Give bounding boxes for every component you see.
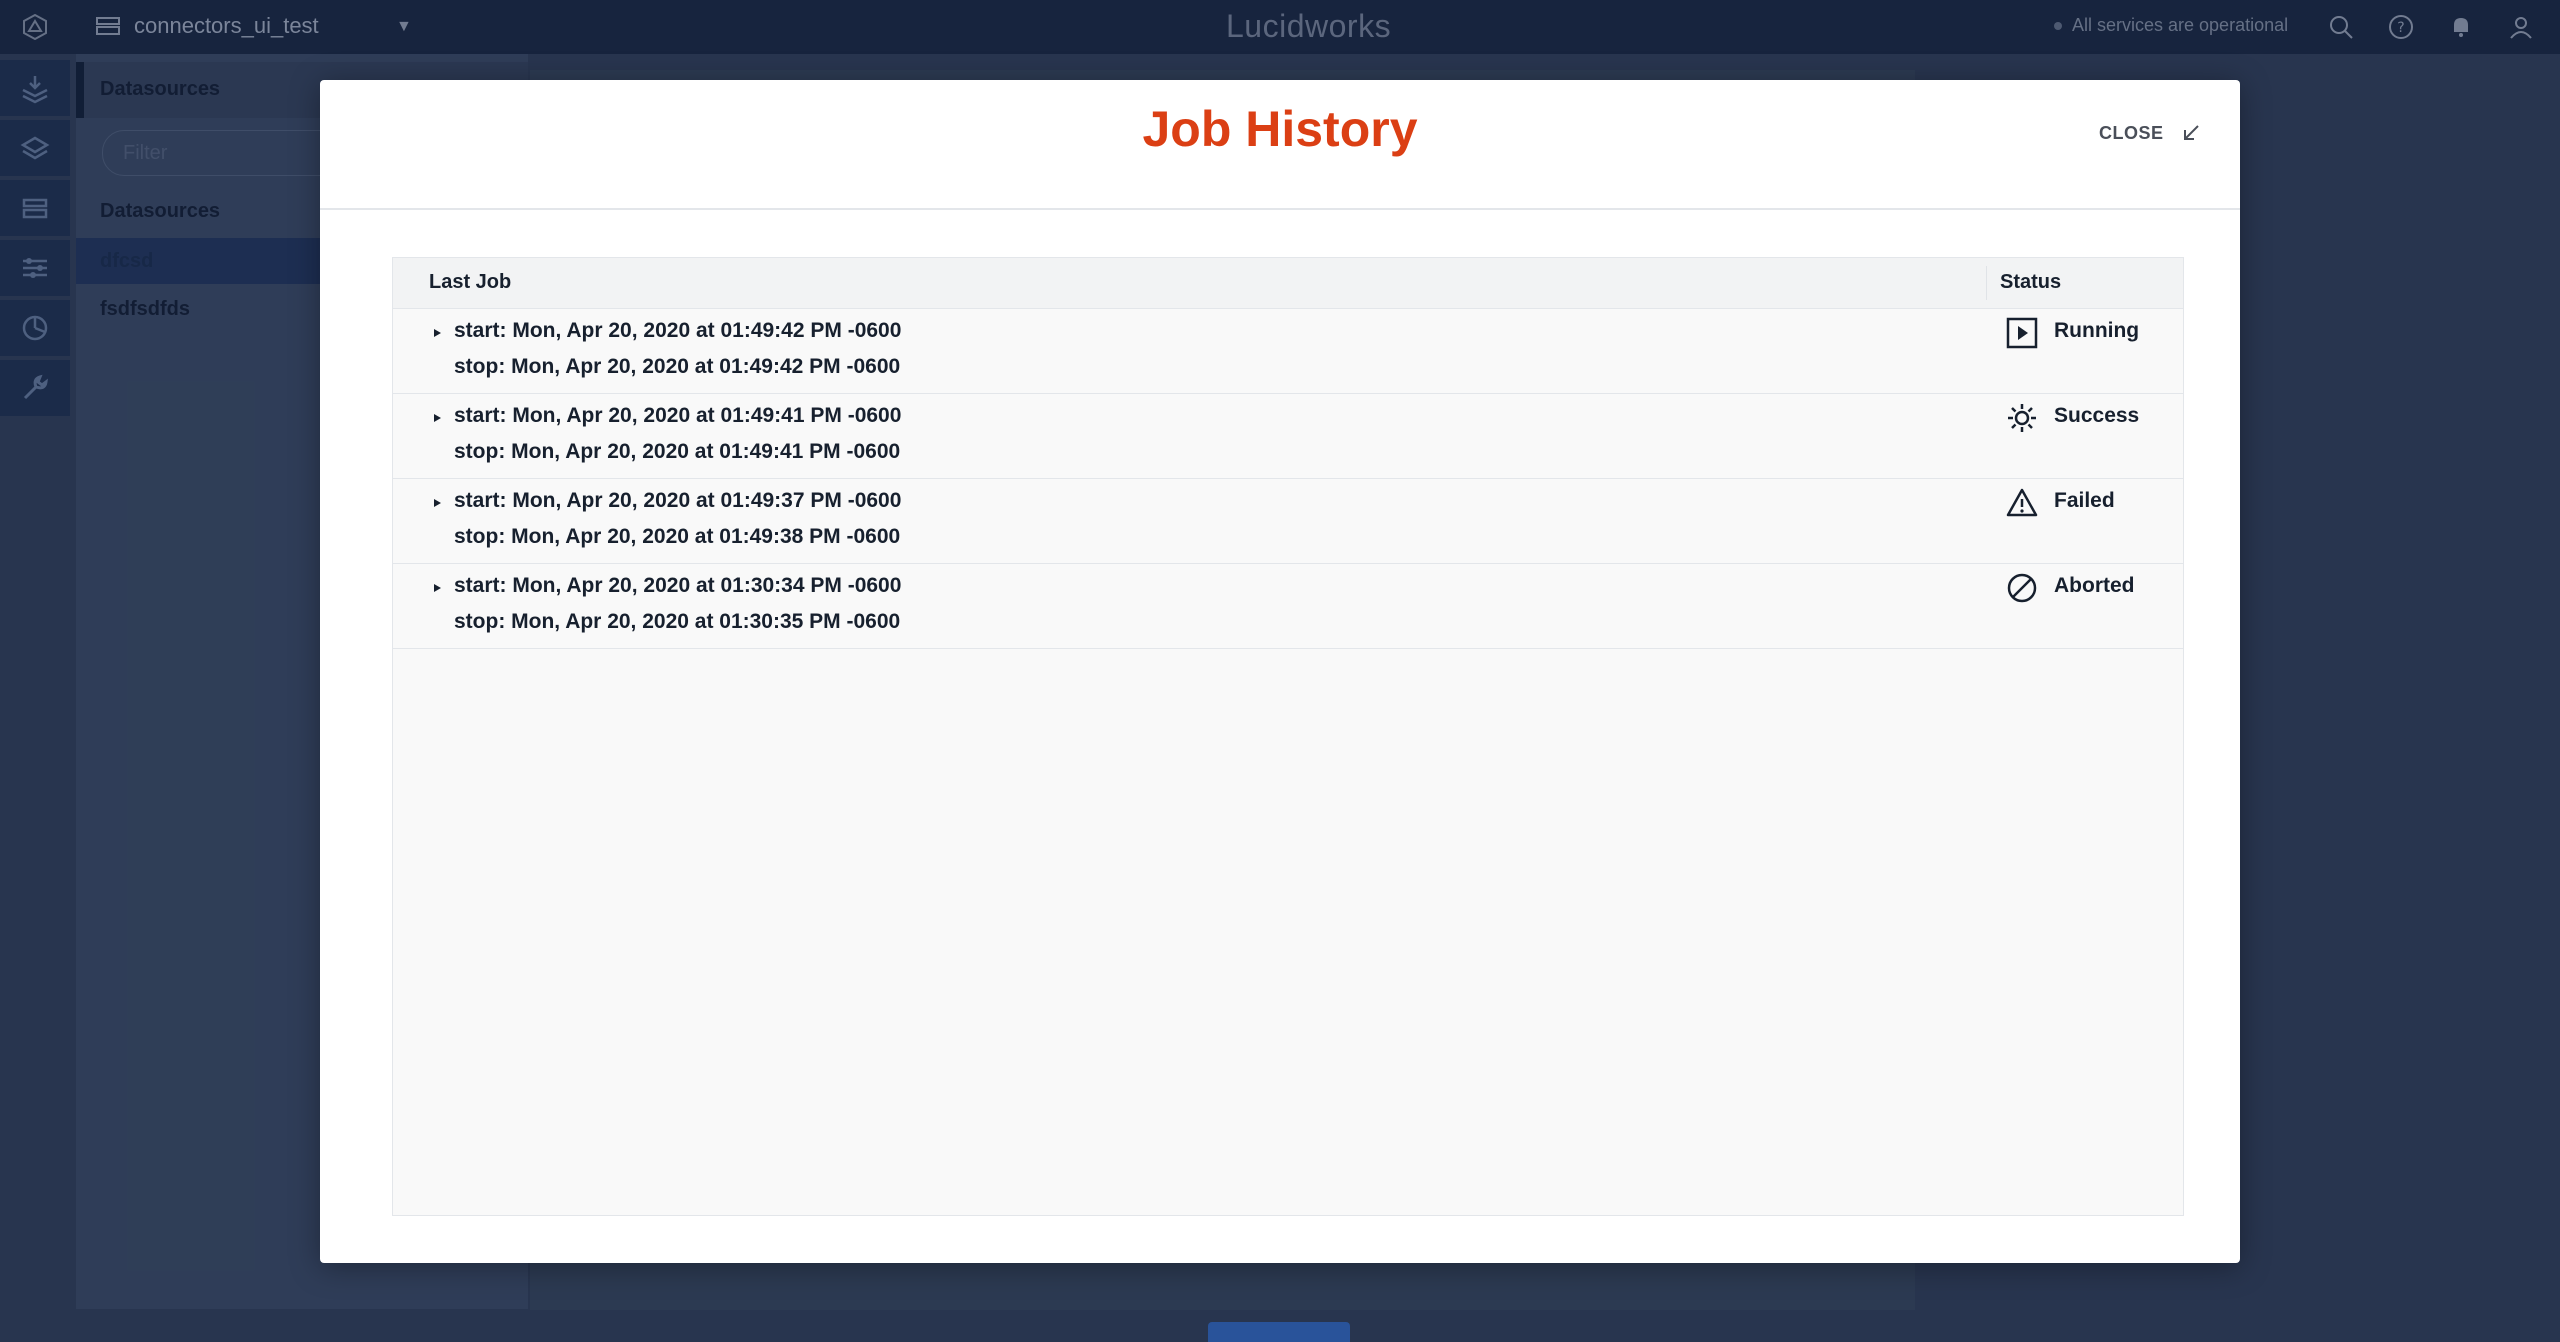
- table-row[interactable]: start: Mon, Apr 20, 2020 at 01:49:41 PM …: [393, 394, 2183, 479]
- job-status: Success: [2054, 404, 2140, 427]
- job-stop-time: stop: Mon, Apr 20, 2020 at 01:30:35 PM -…: [454, 610, 901, 633]
- column-divider: [1986, 266, 1987, 300]
- collapse-arrow-icon: [2183, 125, 2199, 140]
- table-header: Last Job Status: [393, 258, 2183, 309]
- job-status: Failed: [2054, 489, 2115, 512]
- job-start-time: start: Mon, Apr 20, 2020 at 01:49:37 PM …: [454, 489, 902, 512]
- expand-caret-icon[interactable]: [431, 581, 443, 595]
- job-history-modal: Job History CLOSE Last Job Status start:…: [320, 80, 2240, 1263]
- expand-caret-icon[interactable]: [431, 411, 443, 425]
- job-status: Running: [2054, 319, 2140, 342]
- table-row[interactable]: start: Mon, Apr 20, 2020 at 01:30:34 PM …: [393, 564, 2183, 649]
- job-start-time: start: Mon, Apr 20, 2020 at 01:49:42 PM …: [454, 319, 902, 342]
- sun-icon: [2008, 404, 2036, 432]
- aborted-icon: [2007, 573, 2037, 603]
- table-row[interactable]: start: Mon, Apr 20, 2020 at 01:49:37 PM …: [393, 479, 2183, 564]
- table-row[interactable]: start: Mon, Apr 20, 2020 at 01:49:42 PM …: [393, 309, 2183, 394]
- column-header-last-job[interactable]: Last Job: [429, 271, 511, 294]
- job-history-table: Last Job Status start: Mon, Apr 20, 2020…: [392, 257, 2184, 1216]
- job-start-time: start: Mon, Apr 20, 2020 at 01:30:34 PM …: [454, 574, 902, 597]
- job-stop-time: stop: Mon, Apr 20, 2020 at 01:49:38 PM -…: [454, 525, 901, 548]
- job-stop-time: stop: Mon, Apr 20, 2020 at 01:49:41 PM -…: [454, 440, 901, 463]
- modal-title: Job History: [1142, 101, 1418, 157]
- expand-caret-icon[interactable]: [431, 496, 443, 510]
- column-header-status[interactable]: Status: [2000, 271, 2061, 294]
- modal-header: Job History CLOSE: [320, 80, 2240, 210]
- close-button[interactable]: CLOSE: [2099, 122, 2202, 144]
- expand-caret-icon[interactable]: [431, 326, 443, 340]
- warning-icon: [2006, 488, 2038, 517]
- play-icon: [2006, 317, 2038, 349]
- job-status: Aborted: [2054, 574, 2135, 597]
- job-start-time: start: Mon, Apr 20, 2020 at 01:49:41 PM …: [454, 404, 902, 427]
- job-stop-time: stop: Mon, Apr 20, 2020 at 01:49:42 PM -…: [454, 355, 901, 378]
- close-label: CLOSE: [2099, 122, 2164, 143]
